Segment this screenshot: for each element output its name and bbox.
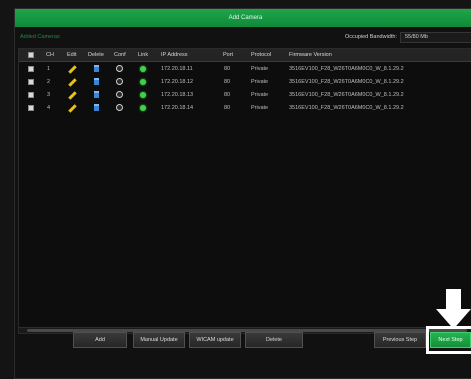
port-cell: 80 <box>224 92 231 98</box>
pencil-icon[interactable] <box>68 91 77 100</box>
table-header: CH Edit Delete Conf Link IP Address Port… <box>19 49 471 62</box>
firmware-cell: 3516EV100_F28_W26T0A6M0C0_W_8.1.29.2 <box>289 66 404 72</box>
pencil-icon[interactable] <box>68 78 77 87</box>
ip-address-cell: 172.20.18.12 <box>161 79 194 85</box>
channel-cell: 4 <box>47 105 51 111</box>
channel-cell: 1 <box>47 66 51 72</box>
config-icon[interactable] <box>116 65 123 72</box>
link-status-icon <box>140 105 146 111</box>
pencil-icon[interactable] <box>68 104 77 113</box>
previous-step-button[interactable]: Previous Step <box>374 332 426 348</box>
next-step-highlight <box>426 326 471 354</box>
section-label: Added Cameras <box>20 34 60 40</box>
column-header-conf[interactable]: Conf <box>114 49 126 62</box>
column-header-firmware[interactable]: Firmware Version <box>289 49 332 62</box>
trash-icon[interactable] <box>94 91 99 98</box>
table-row[interactable]: 3 172.20.18.13 80 Private 3516EV100_F28_… <box>19 89 471 101</box>
arrow-down-icon <box>436 289 471 329</box>
delete-button[interactable]: Delete <box>245 332 303 348</box>
channel-cell: 3 <box>47 92 51 98</box>
trash-icon[interactable] <box>94 78 99 85</box>
info-row: Added Cameras Occupied Bandwidth: 55/80 … <box>15 30 471 46</box>
bandwidth-value: 55/80 Mb <box>400 32 471 43</box>
row-checkbox[interactable] <box>28 92 34 98</box>
row-checkbox[interactable] <box>28 105 34 111</box>
row-checkbox[interactable] <box>28 66 34 72</box>
column-header-delete[interactable]: Delete <box>88 49 104 62</box>
window-title: Add Camera <box>15 9 471 27</box>
select-all-checkbox[interactable] <box>28 52 34 58</box>
firmware-cell: 3516EV100_F28_W26T0A6M0C0_W_8.1.29.2 <box>289 105 404 111</box>
protocol-cell: Private <box>251 105 269 111</box>
table-row[interactable]: 2 172.20.18.12 80 Private 3516EV100_F28_… <box>19 76 471 88</box>
config-icon[interactable] <box>116 78 123 85</box>
column-header-port[interactable]: Port <box>223 49 233 62</box>
pencil-icon[interactable] <box>68 65 77 74</box>
trash-icon[interactable] <box>94 65 99 72</box>
ip-address-cell: 172.20.18.11 <box>161 66 193 72</box>
add-camera-window: Add Camera Added Cameras Occupied Bandwi… <box>14 8 471 379</box>
protocol-cell: Private <box>251 79 269 85</box>
column-header-ch[interactable]: CH <box>46 49 54 62</box>
column-header-protocol[interactable]: Protocol <box>251 49 271 62</box>
protocol-cell: Private <box>251 66 269 72</box>
ip-address-cell: 172.20.18.13 <box>161 92 194 98</box>
table-row[interactable]: 4 172.20.18.14 80 Private 3516EV100_F28_… <box>19 102 471 114</box>
column-header-ip-address[interactable]: IP Address <box>161 49 188 62</box>
channel-cell: 2 <box>47 79 51 85</box>
firmware-cell: 3516EV100_F28_W26T0A6M0C0_W_8.1.29.2 <box>289 79 404 85</box>
table-row[interactable]: 1 172.20.18.11 80 Private 3516EV100_F28_… <box>19 63 471 75</box>
add-button[interactable]: Add <box>73 332 127 348</box>
link-status-icon <box>140 66 146 72</box>
firmware-cell: 3516EV100_F28_W26T0A6M0C0_W_8.1.29.2 <box>289 92 404 98</box>
protocol-cell: Private <box>251 92 269 98</box>
column-header-edit[interactable]: Edit <box>67 49 76 62</box>
link-status-icon <box>140 92 146 98</box>
port-cell: 80 <box>224 66 231 72</box>
manual-update-button[interactable]: Manual Update <box>133 332 185 348</box>
link-status-icon <box>140 79 146 85</box>
config-icon[interactable] <box>116 104 123 111</box>
ip-address-cell: 172.20.18.14 <box>161 105 194 111</box>
column-header-link[interactable]: Link <box>138 49 148 62</box>
trash-icon[interactable] <box>94 104 99 111</box>
page: Add Camera Added Cameras Occupied Bandwi… <box>0 0 471 379</box>
config-icon[interactable] <box>116 91 123 98</box>
camera-table: CH Edit Delete Conf Link IP Address Port… <box>18 48 471 334</box>
row-checkbox[interactable] <box>28 79 34 85</box>
wicam-update-button[interactable]: WICAM update <box>189 332 241 348</box>
port-cell: 80 <box>224 79 231 85</box>
bandwidth-label: Occupied Bandwidth: <box>345 34 397 40</box>
port-cell: 80 <box>224 105 231 111</box>
